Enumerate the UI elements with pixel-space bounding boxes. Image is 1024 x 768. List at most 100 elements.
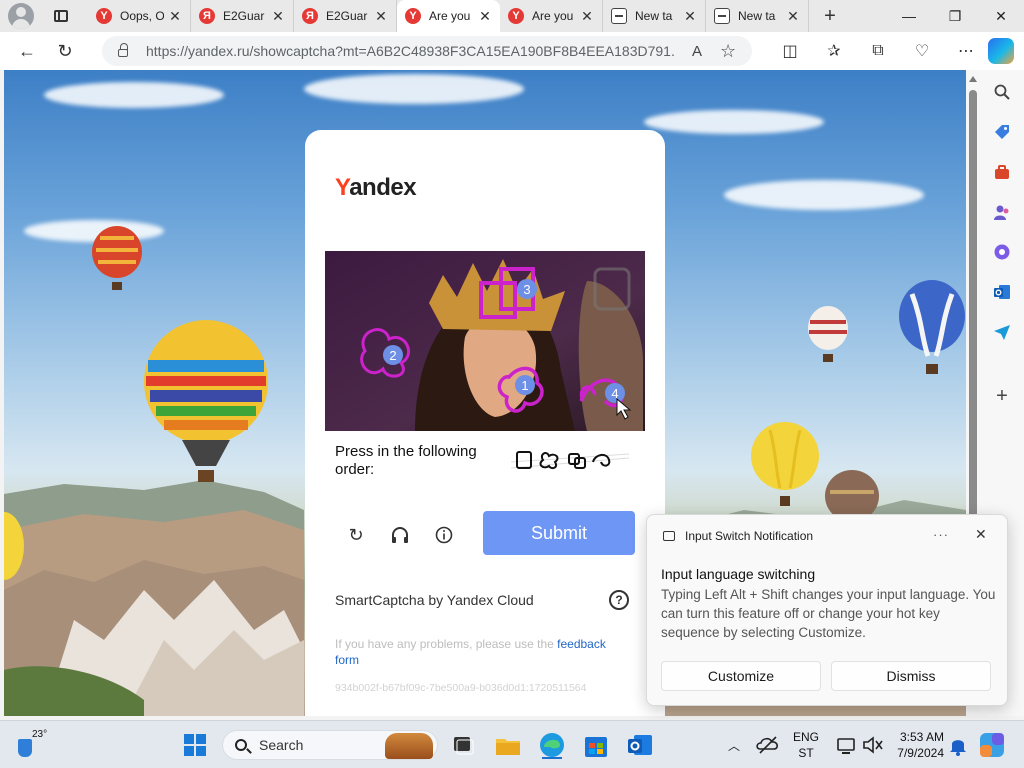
search-icon[interactable] [992, 82, 1012, 102]
order-hint-icons [511, 451, 629, 470]
tab[interactable]: Y Are you ✕ [500, 0, 603, 32]
close-tab-icon[interactable]: ✕ [168, 8, 182, 25]
yandex-ya-icon: Я [302, 8, 318, 24]
tab[interactable]: Y Oops, O ✕ [88, 0, 191, 32]
send-icon[interactable] [992, 322, 1012, 342]
network-icon[interactable] [832, 731, 860, 759]
notification-body: Typing Left Alt + Shift changes your inp… [661, 587, 996, 640]
smartcaptcha-brand: SmartCaptcha by Yandex Cloud [335, 592, 534, 608]
problems-text: If you have any problems, please use the… [335, 636, 625, 668]
read-aloud-icon[interactable]: A [692, 43, 702, 60]
outlook-icon[interactable] [992, 282, 1012, 302]
new-tab-button[interactable]: + [815, 1, 845, 31]
tab-title: New ta [738, 9, 776, 23]
address-bar[interactable]: https://yandex.ru/showcaptcha?mt=A6B2C48… [102, 36, 752, 66]
tools-icon[interactable] [992, 162, 1012, 182]
tab[interactable]: Я E2Guar ✕ [191, 0, 294, 32]
url-text[interactable]: https://yandex.ru/showcaptcha?mt=A6B2C48… [146, 43, 676, 59]
close-tab-icon[interactable]: ✕ [683, 8, 697, 25]
captcha-marker: 3 [523, 282, 530, 297]
request-id: 934b002f-b67bf09c-7be500a9-b036d0d1:1720… [335, 682, 587, 694]
notification-title: Input language switching [661, 566, 816, 582]
tab[interactable]: Я E2Guar ✕ [294, 0, 397, 32]
volume-icon[interactable] [858, 731, 886, 759]
hot-air-balloon [899, 280, 965, 374]
cloud-sync-icon[interactable] [754, 731, 782, 759]
task-view-icon[interactable] [448, 731, 476, 759]
captcha-marker: 4 [611, 386, 618, 401]
close-icon[interactable]: ✕ [975, 526, 987, 543]
close-window-icon[interactable]: ✕ [978, 0, 1024, 32]
profile-avatar[interactable] [8, 3, 34, 29]
input-language-indicator[interactable]: ENG ST [790, 729, 822, 761]
copilot-icon[interactable] [988, 38, 1014, 64]
cloud [44, 82, 224, 108]
yandex-y-icon: Y [508, 8, 524, 24]
file-explorer-icon[interactable] [494, 731, 522, 759]
collections-icon[interactable]: ⧉ [856, 36, 900, 66]
shopping-tag-icon[interactable] [992, 122, 1012, 142]
hot-air-balloon [825, 470, 879, 516]
hot-air-balloon [751, 422, 819, 506]
audio-captcha-icon[interactable] [387, 522, 413, 548]
close-tab-icon[interactable]: ✕ [478, 8, 492, 25]
scroll-up-icon[interactable] [969, 76, 977, 82]
search-icon [235, 739, 247, 751]
restore-icon[interactable]: ❐ [932, 0, 978, 32]
hot-air-balloon [92, 226, 142, 290]
split-screen-icon[interactable]: ◫ [768, 36, 812, 66]
more-options-icon[interactable]: ··· [933, 527, 949, 542]
start-button[interactable] [184, 734, 206, 756]
notification-bell-icon[interactable] [944, 731, 972, 759]
close-tab-icon[interactable]: ✕ [580, 8, 594, 25]
close-tab-icon[interactable]: ✕ [271, 8, 285, 25]
tab-title: New ta [635, 9, 673, 23]
browser-essentials-icon[interactable]: ♡ [900, 36, 944, 66]
people-icon[interactable] [992, 202, 1012, 222]
close-tab-icon[interactable]: ✕ [374, 8, 388, 25]
minimize-icon[interactable]: — [886, 0, 932, 32]
dismiss-button[interactable]: Dismiss [831, 661, 991, 691]
tab[interactable]: New ta ✕ [603, 0, 706, 32]
tab-actions-icon [54, 10, 68, 22]
submit-button[interactable]: Submit [483, 511, 635, 555]
input-switch-notification: Input Switch Notification ··· ✕ Input la… [646, 514, 1008, 706]
refresh-captcha-icon[interactable]: ↻ [343, 522, 369, 548]
hot-air-balloon [144, 320, 268, 482]
help-icon[interactable]: ? [609, 590, 629, 610]
add-sidebar-app-icon[interactable]: + [992, 385, 1012, 407]
info-icon[interactable] [431, 522, 457, 548]
tab[interactable]: New ta ✕ [706, 0, 809, 32]
refresh-icon[interactable]: ↻ [48, 36, 82, 66]
lock-icon[interactable] [118, 43, 128, 57]
tab-actions-button[interactable] [48, 3, 74, 29]
search-label: Search [259, 737, 304, 753]
captcha-image[interactable]: 2 3 1 4 [325, 251, 645, 431]
back-icon[interactable]: ← [10, 36, 44, 66]
cloud [644, 110, 824, 134]
order-instruction: Press in the following order: [335, 443, 477, 478]
temperature: 23° [32, 729, 48, 740]
clock-time: 3:53 AM [899, 730, 944, 744]
customize-button[interactable]: Customize [661, 661, 821, 691]
edge-browser-icon[interactable] [538, 731, 566, 759]
system-clock[interactable]: 3:53 AM 7/9/2024 [888, 729, 944, 761]
favorite-star-icon[interactable]: ☆ [720, 41, 736, 62]
show-hidden-icons[interactable]: ︿ [728, 721, 740, 768]
copilot-taskbar-icon[interactable] [978, 731, 1006, 759]
store-icon[interactable] [582, 731, 610, 759]
favorites-icon[interactable]: ✰ [812, 36, 856, 66]
tab-active[interactable]: Y Are you ✕ [397, 0, 500, 32]
cloud [724, 180, 924, 210]
hot-air-balloon [4, 512, 24, 580]
lang-line-1: ENG [792, 730, 819, 744]
clock-date: 7/9/2024 [897, 746, 944, 760]
hot-air-balloon [808, 306, 848, 362]
close-tab-icon[interactable]: ✕ [786, 8, 800, 25]
more-menu-icon[interactable]: ⋯ [944, 36, 988, 66]
yandex-y-icon: Y [405, 8, 421, 24]
taskbar-search[interactable]: Search [222, 730, 438, 760]
weather-widget[interactable]: 23° [16, 729, 48, 759]
office-icon[interactable] [992, 242, 1012, 262]
outlook-new-icon[interactable] [626, 731, 654, 759]
